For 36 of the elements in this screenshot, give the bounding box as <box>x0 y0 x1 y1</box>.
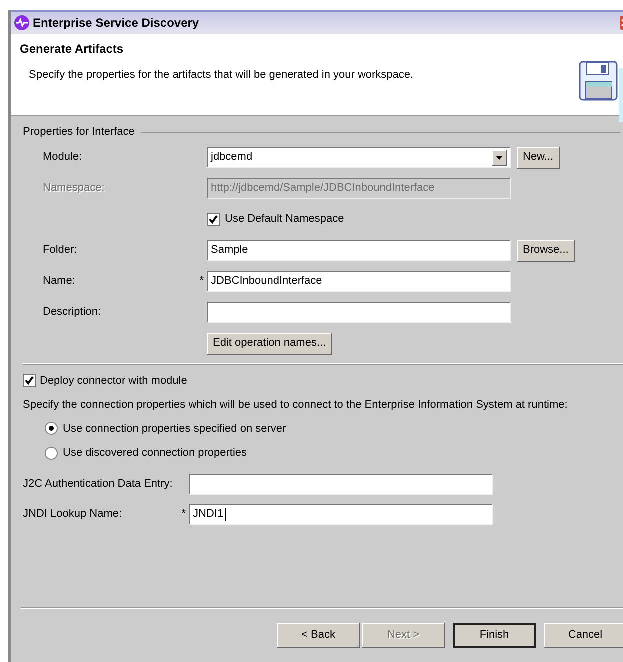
module-dropdown[interactable]: jdbcemd <box>207 147 511 168</box>
connection-prompt: Specify the connection properties which will be used to connect to the Enterprise Information System at runtime: <box>23 398 569 413</box>
checkbox[interactable] <box>207 213 220 226</box>
checkbox-label: Deploy connector with module <box>40 374 188 388</box>
button[interactable]: New... <box>517 146 560 168</box>
field-label: Namespace: <box>43 181 106 196</box>
wizard-button[interactable]: Cancel <box>544 623 623 648</box>
input-field[interactable]: JNDI1 <box>189 504 493 524</box>
button[interactable]: Edit operation names... <box>207 332 332 354</box>
field-label: JNDI Lookup Name: <box>23 506 124 522</box>
field-label: Module: <box>43 150 84 166</box>
field-label: Name: <box>43 274 76 290</box>
radio-button[interactable] <box>45 446 58 460</box>
input-field[interactable]: JDBCInboundInterface <box>207 271 511 292</box>
window-title: Enterprise Service Discovery <box>33 15 200 32</box>
deploy-checkbox[interactable] <box>23 374 36 388</box>
text-cursor <box>224 508 226 520</box>
wizard-button[interactable]: < Back <box>277 623 360 648</box>
group-title: Properties for Interface <box>23 125 135 140</box>
checkbox-label: Use Default Namespace <box>225 212 344 228</box>
radio-button[interactable] <box>45 422 58 436</box>
field-label: Description: <box>43 305 102 320</box>
radio-label: Use discovered connection properties <box>63 446 248 461</box>
button[interactable]: Browse... <box>517 240 575 262</box>
page-title: Generate Artifacts <box>20 41 125 58</box>
radio-label: Use connection properties specified on server <box>63 422 286 436</box>
input-field[interactable]: Sample <box>207 240 511 261</box>
field-label: Folder: <box>43 243 78 258</box>
page-description: Specify the properties for the artifacts that will be generated in your workspace. <box>28 68 414 83</box>
input-field[interactable] <box>207 302 511 323</box>
input-field[interactable] <box>189 474 493 494</box>
app-icon <box>14 15 30 31</box>
field-label: J2C Authentication Data Entry: <box>23 476 174 492</box>
required-marker: * <box>180 506 187 522</box>
wizard-button[interactable]: Finish <box>453 623 536 648</box>
required-marker: * <box>198 274 205 290</box>
